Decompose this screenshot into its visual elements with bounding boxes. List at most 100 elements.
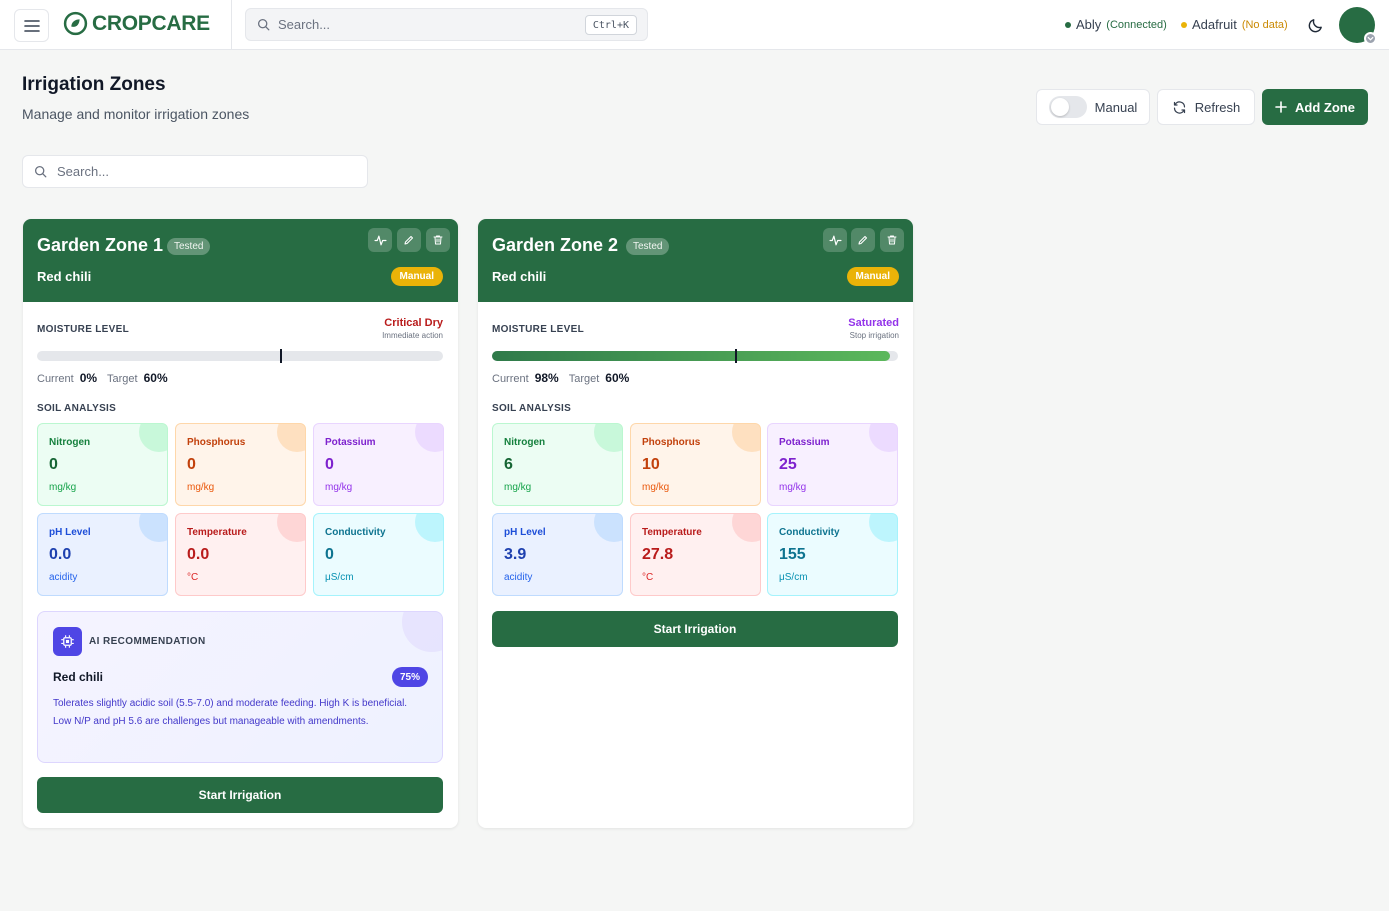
trash-icon <box>433 235 443 245</box>
moisture-status-text: Critical Dry <box>384 317 443 329</box>
temperature-tile: Temperature 0.0 °C <box>175 513 306 596</box>
activity-button[interactable] <box>368 228 392 252</box>
add-zone-label: Add Zone <box>1295 99 1355 115</box>
refresh-icon <box>1173 100 1185 114</box>
refresh-label: Refresh <box>1194 99 1241 115</box>
tile-label: Conductivity <box>779 527 840 538</box>
refresh-button[interactable]: Refresh <box>1157 89 1255 125</box>
moisture-status: Critical Dry Immediate action <box>382 317 443 340</box>
tile-value: 6 <box>504 456 513 473</box>
moisture-hint: Stop irrigation <box>849 331 899 340</box>
global-search-input[interactable]: Search... Ctrl+K <box>245 8 648 41</box>
shortcut-hint: Ctrl+K <box>584 15 637 35</box>
activity-button[interactable] <box>823 228 847 252</box>
tile-unit: mg/kg <box>642 482 670 493</box>
search-placeholder: Search... <box>278 17 331 32</box>
plus-icon <box>1275 101 1287 113</box>
ably-connection: (Connected) <box>1106 18 1167 31</box>
tile-value: 0.0 <box>187 546 210 563</box>
delete-button[interactable] <box>880 228 904 252</box>
tile-unit: mg/kg <box>779 482 807 493</box>
moisture-readout: Current 98% Target 60% <box>492 371 633 385</box>
top-bar: CROPCARE Search... Ctrl+K Ably (Connecte… <box>0 0 1389 50</box>
tile-unit: mg/kg <box>187 482 215 493</box>
chevron-down-icon <box>1364 32 1377 45</box>
app-logo[interactable]: CROPCARE <box>63 11 210 36</box>
manual-label: Manual <box>1094 99 1138 115</box>
status-dot <box>1181 21 1187 28</box>
ai-recommendation-title: AI RECOMMENDATION <box>89 636 206 647</box>
moisture-bar <box>492 349 898 363</box>
tile-value: 155 <box>779 546 806 563</box>
ai-crop-name: Red chili <box>53 670 104 684</box>
zone-card: Garden Zone 1 Tested Red chili Manual MO… <box>23 219 458 828</box>
start-irrigation-button[interactable]: Start Irrigation <box>492 611 898 647</box>
start-irrigation-button[interactable]: Start Irrigation <box>37 777 443 813</box>
crop-name: Red chili <box>492 269 547 284</box>
tile-label: Nitrogen <box>504 437 546 448</box>
leaf-logo-icon <box>63 11 88 36</box>
adafruit-connection: (No data) <box>1241 18 1288 31</box>
soil-analysis-label: SOIL ANALYSIS <box>37 403 117 414</box>
ph-tile: pH Level 0.0 acidity <box>37 513 168 596</box>
tested-badge: Tested <box>626 238 670 255</box>
tile-label: pH Level <box>504 527 546 538</box>
crop-name: Red chili <box>37 269 92 284</box>
menu-button[interactable] <box>14 9 49 42</box>
theme-toggle-button[interactable] <box>1304 14 1326 36</box>
ph-tile: pH Level 3.9 acidity <box>492 513 623 596</box>
user-avatar[interactable] <box>1339 7 1377 45</box>
tile-unit: acidity <box>504 572 533 583</box>
chip-icon <box>53 627 82 656</box>
tile-label: Phosphorus <box>187 437 246 448</box>
tile-value: 0 <box>187 456 196 473</box>
target-value: 60% <box>143 371 168 385</box>
tile-value: 3.9 <box>504 546 527 563</box>
tested-badge: Tested <box>167 238 211 255</box>
tile-value: 27.8 <box>642 546 674 563</box>
zone-name: Garden Zone 1 <box>37 235 164 255</box>
manual-mode-toggle[interactable]: Manual <box>1036 89 1150 125</box>
tile-unit: mg/kg <box>504 482 532 493</box>
activity-icon <box>373 235 387 245</box>
mode-badge: Manual <box>846 267 899 286</box>
tile-value: 0.0 <box>49 546 72 563</box>
potassium-tile: Potassium 0 mg/kg <box>313 423 444 506</box>
moisture-readout: Current 0% Target 60% <box>37 371 172 385</box>
zone-name: Garden Zone 2 <box>492 235 619 255</box>
tile-value: 0 <box>325 546 334 563</box>
tile-value: 25 <box>779 456 797 473</box>
phosphorus-tile: Phosphorus 0 mg/kg <box>175 423 306 506</box>
moisture-target-marker <box>734 349 737 363</box>
tile-unit: °C <box>187 572 199 583</box>
conductivity-tile: Conductivity 0 μS/cm <box>313 513 444 596</box>
search-icon <box>257 18 270 31</box>
activity-icon <box>828 235 842 245</box>
edit-button[interactable] <box>851 228 875 252</box>
delete-button[interactable] <box>426 228 450 252</box>
conductivity-tile: Conductivity 155 μS/cm <box>767 513 898 596</box>
add-zone-button[interactable]: Add Zone <box>1262 89 1368 125</box>
moisture-label: MOISTURE LEVEL <box>492 324 584 335</box>
page-title: Irrigation Zones <box>22 74 166 95</box>
moon-icon <box>1308 18 1322 32</box>
target-value: 60% <box>605 371 630 385</box>
toggle-switch[interactable] <box>1048 96 1087 118</box>
zone-card: Garden Zone 2 Tested Red chili Manual MO… <box>478 219 913 828</box>
zone-card-header: Garden Zone 2 Tested Red chili Manual <box>478 219 913 302</box>
current-label: Current <box>37 373 74 385</box>
moisture-status-text: Saturated <box>848 317 899 329</box>
zone-search-input[interactable]: Search... <box>22 155 368 188</box>
status-dot <box>1065 21 1071 28</box>
moisture-bar-fill <box>492 351 890 361</box>
ably-status: Ably (Connected) <box>1065 17 1167 32</box>
tile-label: Temperature <box>642 527 702 538</box>
tile-label: Nitrogen <box>49 437 91 448</box>
tile-unit: mg/kg <box>325 482 353 493</box>
potassium-tile: Potassium 25 mg/kg <box>767 423 898 506</box>
edit-button[interactable] <box>397 228 421 252</box>
pencil-icon <box>858 235 868 245</box>
current-value: 98% <box>534 371 559 385</box>
moisture-hint: Immediate action <box>382 331 443 340</box>
brand-name: CROPCARE <box>92 11 210 35</box>
